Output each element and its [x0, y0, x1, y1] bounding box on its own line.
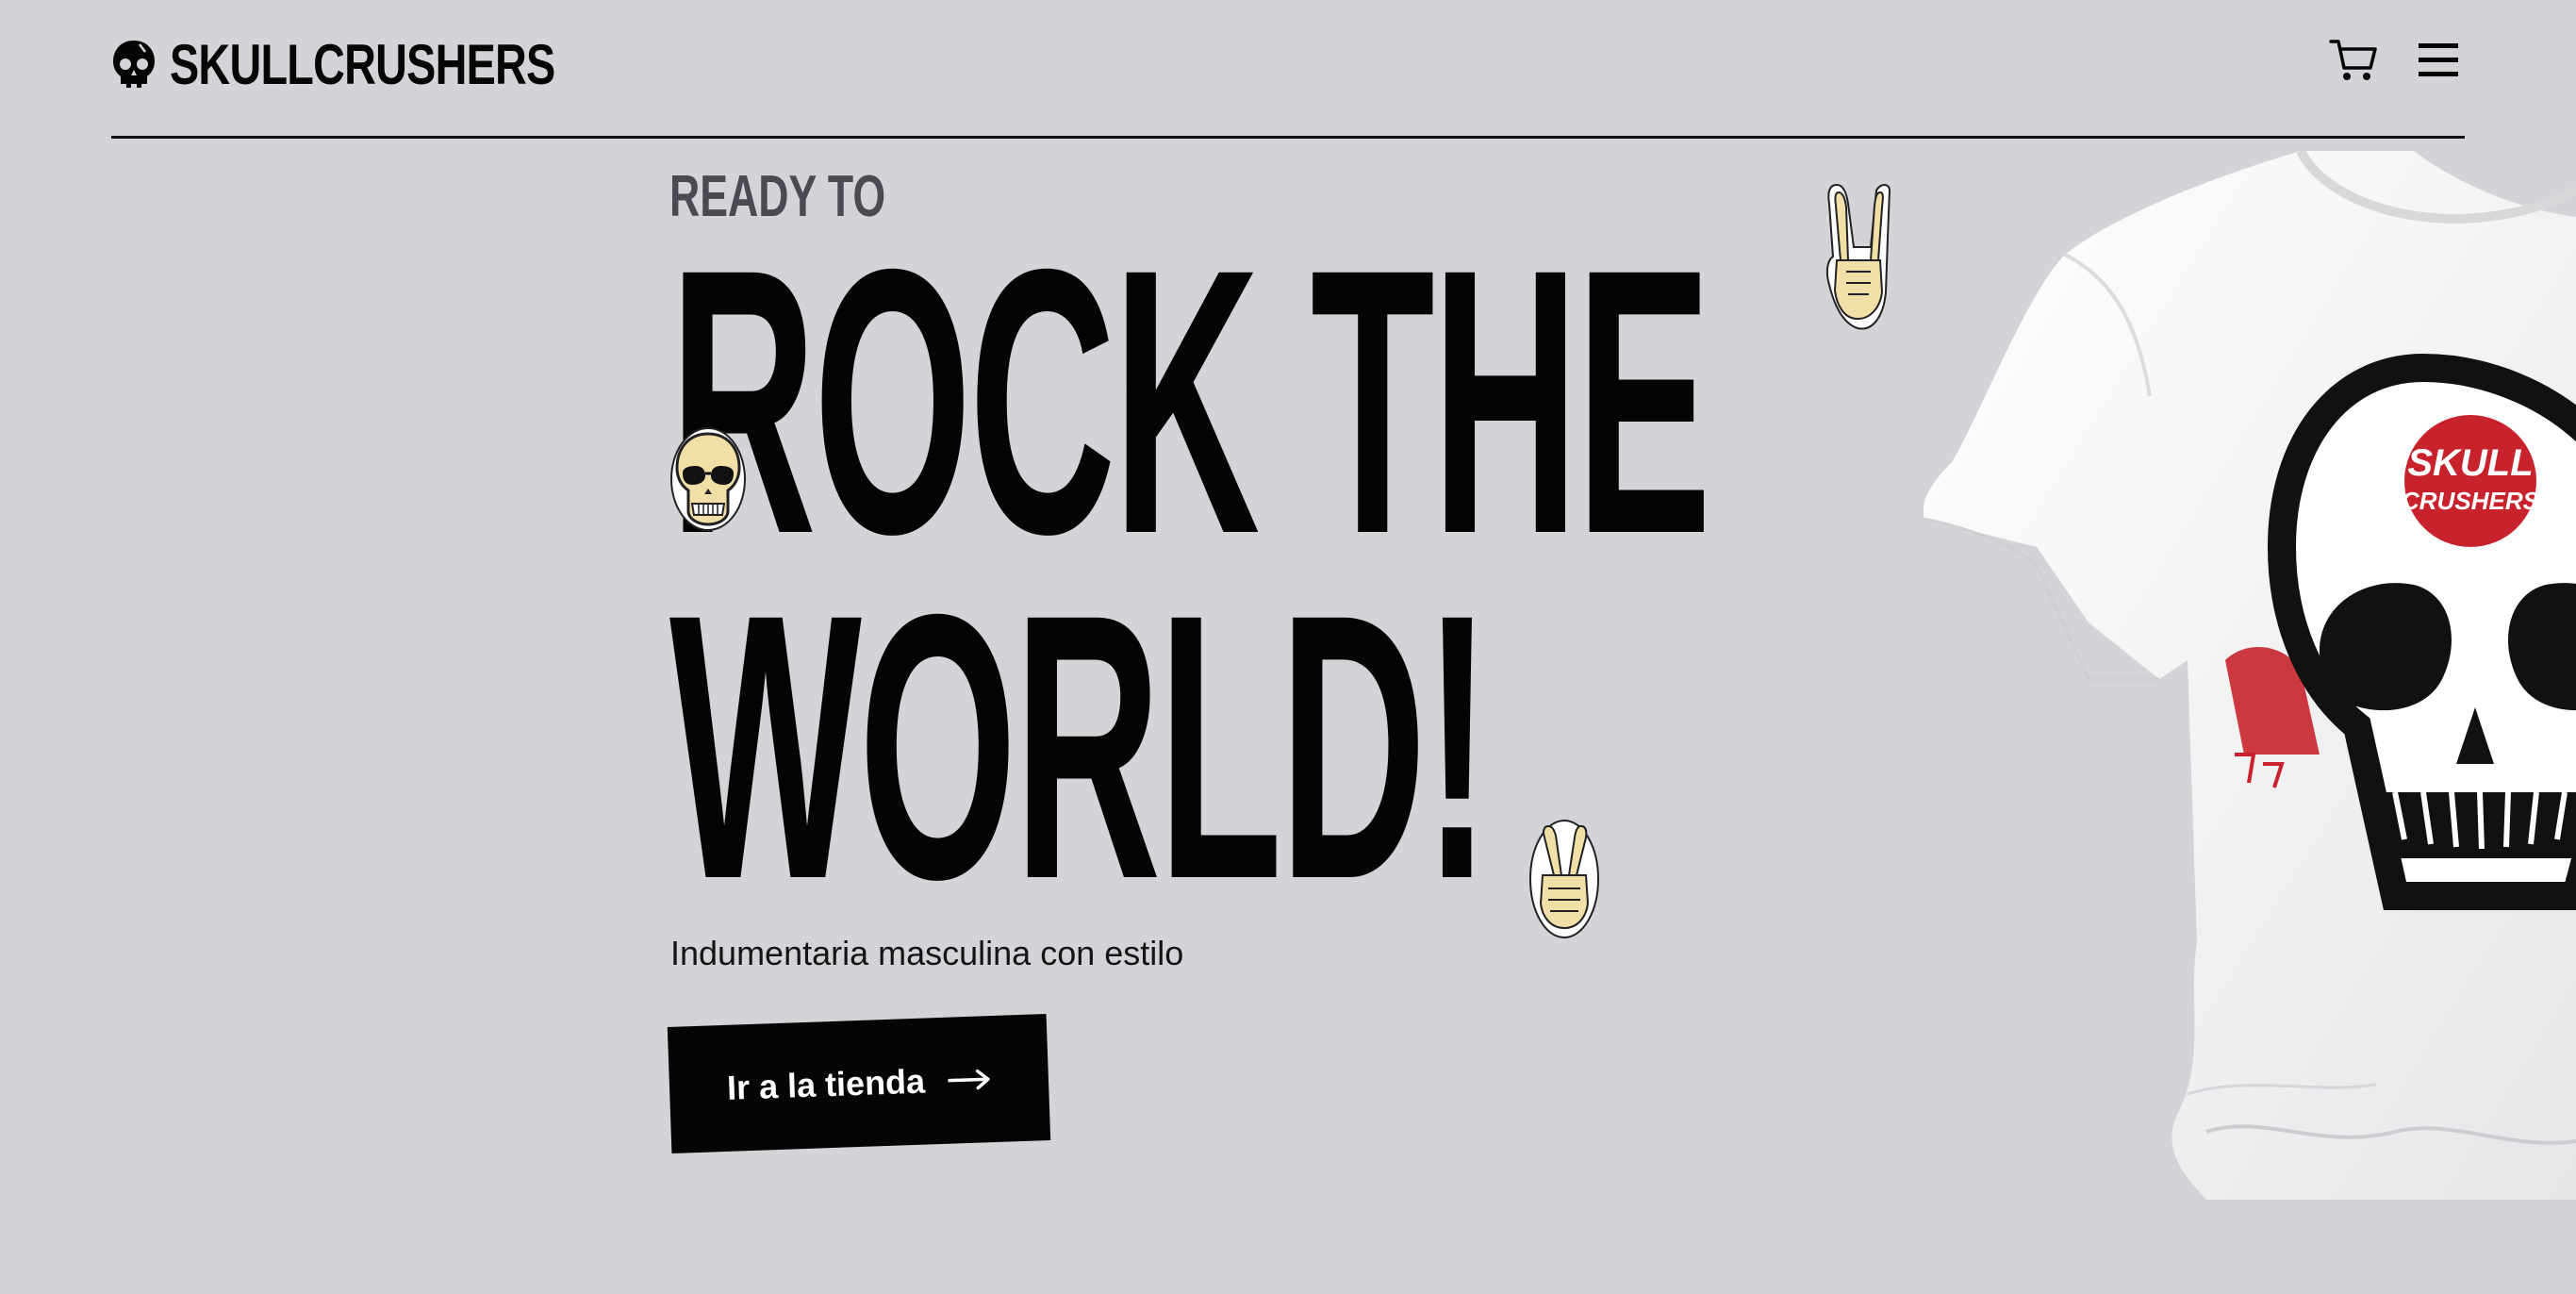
skull-icon [111, 39, 157, 91]
menu-button[interactable] [2412, 36, 2465, 89]
brand-logo-link[interactable]: SKULLCRUSHERS [111, 32, 664, 98]
cart-icon [2329, 38, 2378, 88]
hero-headline-line2: WORLD! [669, 536, 1492, 957]
hero-subtitle: Indumentaria masculina con estilo [670, 934, 1184, 972]
print-text-line1: SKULL [2407, 442, 2533, 484]
rock-hand-sticker-icon [1820, 181, 1895, 339]
peace-hand-sticker-icon [1527, 817, 1601, 944]
header-actions [2327, 36, 2465, 89]
shop-cta-button[interactable]: Ir a la tienda [667, 1014, 1051, 1153]
arrow-right-icon [948, 1068, 992, 1092]
brand-name: SKULLCRUSHERS [170, 33, 555, 96]
product-tshirt-image: SKULL CRUSHERS [1923, 148, 2576, 1200]
site-header: SKULLCRUSHERS [111, 0, 2465, 139]
skull-sticker-icon [669, 426, 747, 537]
hero-headline-line1: ROCK THE [669, 191, 1711, 612]
cart-button[interactable] [2327, 36, 2380, 89]
print-text-line2: CRUSHERS [2402, 487, 2540, 515]
cta-label: Ir a la tienda [726, 1061, 926, 1107]
page: SKULL CRUSHERS READY TO ROCK THE WORLD! I… [0, 0, 2576, 1294]
hamburger-menu-icon [2417, 41, 2460, 84]
